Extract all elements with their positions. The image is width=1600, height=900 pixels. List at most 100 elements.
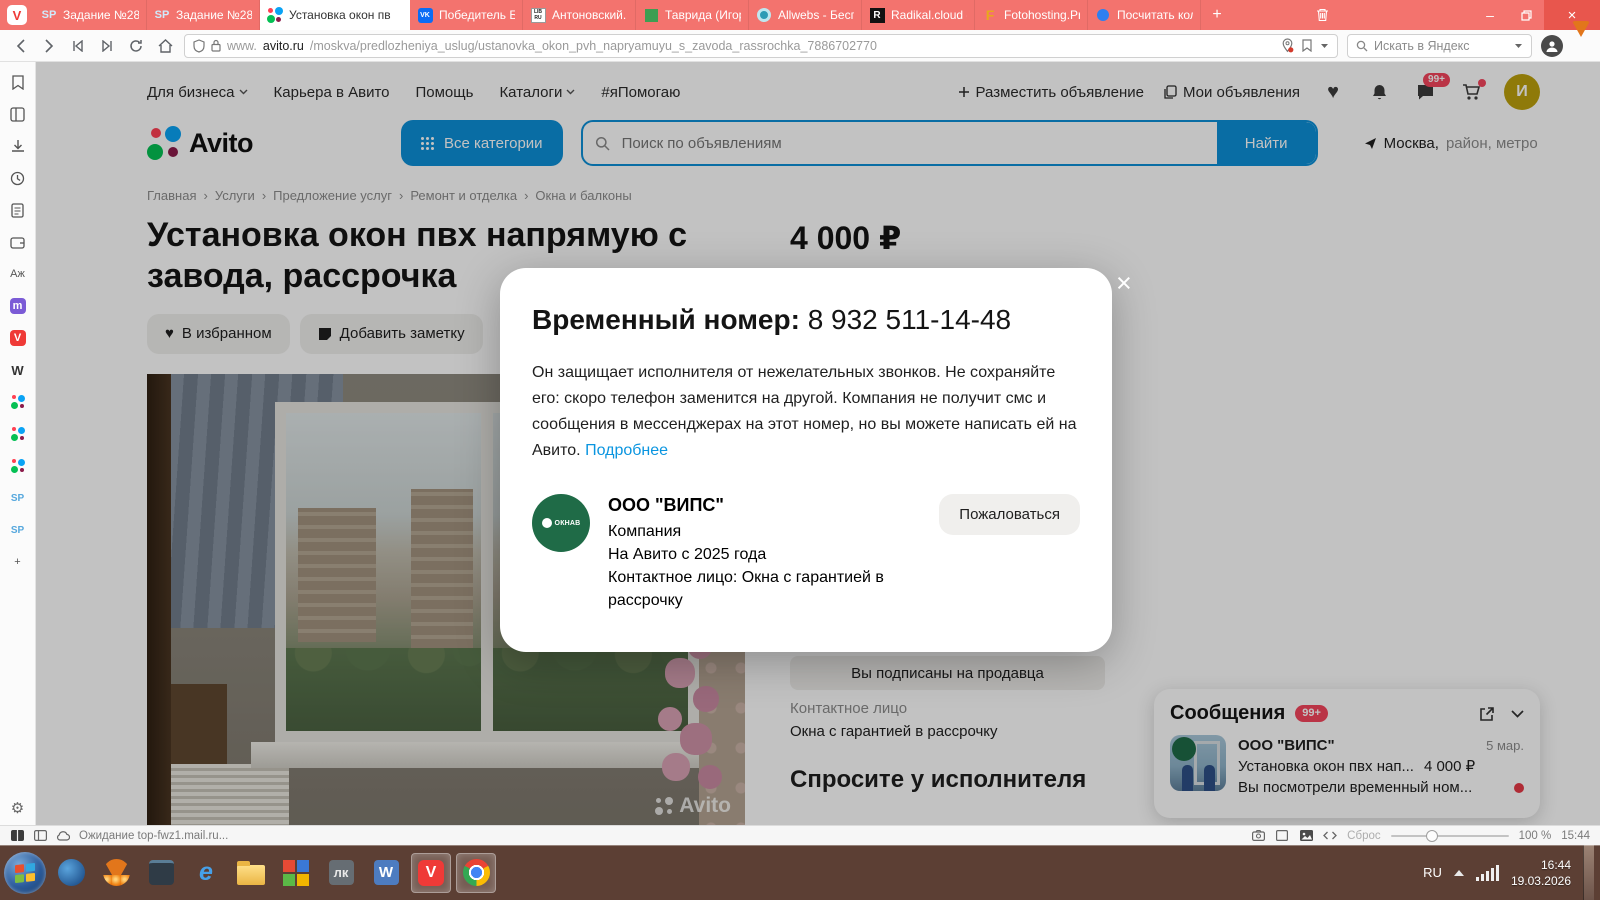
screen: V SP Задание №288722 SP Задание №288080 … [0,0,1600,900]
browser-tab-bar: V SP Задание №288722 SP Задание №288080 … [0,0,1600,30]
url-field[interactable]: www. avito.ru/moskva/predlozheniya_uslug/… [184,33,1338,58]
notes-panel-icon[interactable] [9,201,27,219]
vivaldi-community-panel-icon[interactable]: V [9,329,27,347]
bookmarks-panel-icon[interactable] [9,73,27,91]
browser-tab-active[interactable]: Установка окон пв [260,0,410,30]
browser-tab[interactable]: SP Задание №288722 [34,0,147,30]
yandex-search-field[interactable]: Искать в Яндекс [1347,33,1532,58]
page-viewport: Для бизнеса Карьера в Авито Помощь Катал… [36,62,1600,825]
forward-icon[interactable] [39,36,59,56]
zoom-slider[interactable] [1390,829,1509,842]
browser-tab[interactable]: Allwebs - Бесплатн [749,0,862,30]
browser-tab[interactable]: LIBRU Антоновский. Sta [523,0,636,30]
metamask-icon[interactable] [1572,20,1590,55]
taskbar-office-grid-icon[interactable] [276,853,316,893]
avito-web-panel-icon[interactable] [9,393,27,411]
zoom-level: 100 % [1518,829,1552,842]
seller-name: ООО "ВИПС" [608,495,724,515]
panels-toggle-icon[interactable] [33,829,47,843]
search-icon [1356,40,1368,52]
blue-dot-icon [1095,7,1111,23]
page-actions-icon[interactable] [1323,829,1338,843]
images-toggle-icon[interactable] [1299,829,1313,843]
seller-type: Компания [608,523,682,540]
network-signal-icon[interactable] [1475,864,1499,881]
wikipedia-panel-icon[interactable]: W [9,361,27,379]
history-panel-icon[interactable] [9,169,27,187]
browser-tab[interactable]: F Fotohosting.Pro - Ф [975,0,1088,30]
browser-tab[interactable]: Таврида (Игорь Ан [636,0,749,30]
taskbar-clock[interactable]: 16:44 19.03.2026 [1511,857,1571,889]
modal-title: Временный номер: 8 932 511-14-48 [532,304,1012,335]
browser-status-bar: Ожидание top-fwz1.mail.ru... Сброс 100 %… [0,825,1600,845]
browser-address-bar: www. avito.ru/moskva/predlozheniya_uslug/… [0,20,1600,62]
taskbar-ie-icon[interactable]: e [186,853,226,893]
address-dropdown-icon[interactable] [1320,43,1329,49]
start-button[interactable] [4,851,46,894]
add-web-panel-icon[interactable]: + [9,553,27,571]
modal-body-text: Он защищает исполнителя от нежелательных… [532,364,1077,459]
taskbar-chrome-icon[interactable] [456,852,496,893]
avito-web-panel-icon[interactable] [9,457,27,475]
zoom-slider-knob[interactable] [1426,829,1438,842]
wallet-panel-icon[interactable] [9,233,27,251]
url-domain: avito.ru [262,38,304,53]
restore-button[interactable] [1508,0,1544,30]
url-path: /moskva/predlozheniya_uslug/ustanovka_ok… [309,38,877,53]
windows-panel-icon[interactable] [9,105,27,123]
bookmark-icon[interactable] [1302,39,1312,52]
home-icon[interactable] [155,36,175,56]
translate-panel-icon[interactable]: Aж [9,265,27,283]
url-www: www. [227,38,257,53]
capture-icon[interactable] [1251,829,1265,843]
downloads-panel-icon[interactable] [9,137,27,155]
avito-web-panel-icon[interactable] [9,425,27,443]
taskbar-blue-browser-icon[interactable] [51,853,91,893]
taskbar-explorer-folder-icon[interactable] [231,853,271,893]
closed-tabs-trash-icon[interactable] [1305,0,1339,30]
avito-favicon [267,7,283,23]
sync-cloud-icon[interactable] [56,829,70,843]
vivaldi-menu-button[interactable]: V [0,0,34,30]
system-tray: RU 16:44 19.03.2026 [1423,845,1600,900]
allwebs-icon [756,7,772,23]
rewind-icon[interactable] [68,36,88,56]
zoom-reset-button[interactable]: Сброс [1347,830,1380,842]
browser-tab[interactable]: R Radikal.cloud - Бес [862,0,975,30]
page-tiles-icon[interactable] [1275,829,1289,843]
vivaldi-logo-icon: V [7,5,27,25]
seller-logo: ОКНАВ [532,494,590,552]
new-tab-button[interactable]: + [1201,0,1233,30]
lock-icon[interactable] [211,39,221,52]
taskbar-gray-app-icon[interactable]: лк [321,853,361,893]
reload-icon[interactable] [126,36,146,56]
browser-tab[interactable]: Посчитать количес [1088,0,1201,30]
more-link[interactable]: Подробнее [585,442,668,459]
location-blocked-icon[interactable] [1281,38,1294,53]
mastodon-panel-icon[interactable]: m [9,297,27,315]
taskbar-firefox-icon[interactable] [96,853,136,893]
show-desktop-button[interactable] [1583,845,1594,900]
modal-close-icon[interactable]: × [1116,270,1132,297]
seller-since: На Авито с 2025 года [608,546,767,563]
shield-icon[interactable] [193,38,205,53]
browser-tab[interactable]: VK Победитель Битвы [410,0,523,30]
tray-expand-icon[interactable] [1453,869,1464,876]
back-icon[interactable] [10,36,30,56]
keyboard-language-indicator[interactable]: RU [1423,865,1442,880]
browser-side-panel-bar: Aж m V W SP SP + ⚙ [0,62,36,825]
browser-tab[interactable]: SP Задание №288080 [147,0,260,30]
taskbar-dark-app-icon[interactable] [141,853,181,893]
minimize-button[interactable]: – [1472,0,1508,30]
report-button[interactable]: Пожаловаться [939,494,1080,535]
fast-forward-icon[interactable] [97,36,117,56]
browser-profile-icon[interactable] [1541,34,1563,57]
taskbar-vivaldi-icon[interactable]: V [411,852,451,893]
libru-icon: LIB RU [530,7,546,23]
yandex-search-dropdown-icon[interactable] [1514,43,1523,49]
taskbar-wps-icon[interactable]: W [366,853,406,893]
tiling-toggle-icon[interactable] [10,829,24,843]
settings-gear-icon[interactable]: ⚙ [9,799,27,817]
sp-web-panel-icon[interactable]: SP [9,521,27,539]
sp-web-panel-icon[interactable]: SP [9,489,27,507]
